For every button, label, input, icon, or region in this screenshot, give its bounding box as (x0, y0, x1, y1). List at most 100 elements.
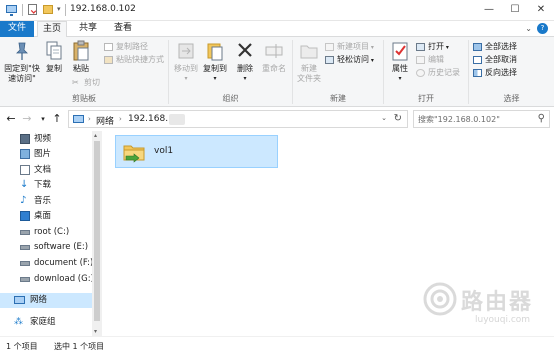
cut-button[interactable]: ✂ 剪切 (72, 77, 100, 89)
copy-to-button[interactable]: 复制到 ▾ (201, 40, 229, 84)
new-folder-quick-icon[interactable] (43, 5, 53, 14)
select-none-label: 全部取消 (485, 55, 517, 64)
rename-button[interactable]: 重命名 (259, 40, 289, 74)
breadcrumb-separator-icon: › (119, 115, 122, 123)
history-button[interactable]: 历史记录 (416, 67, 460, 79)
copy-path-icon (104, 43, 113, 51)
forward-button[interactable]: → (21, 112, 33, 126)
pin-label: 固定到"快 速访问" (4, 64, 40, 83)
network-share-icon (122, 140, 146, 164)
nav-item-videos[interactable]: 视频 (20, 132, 92, 146)
nav-item-homegroup[interactable]: ⁂ 家庭组 (14, 315, 86, 329)
nav-item-label: software (E:) (34, 242, 89, 252)
customize-quick-access-icon[interactable]: ▾ (57, 5, 61, 13)
nav-item-desktop[interactable]: 桌面 (20, 209, 92, 223)
breadcrumb-separator-icon: › (88, 115, 91, 123)
select-none-button[interactable]: 全部取消 (473, 54, 517, 66)
search-icon[interactable]: ⚲ (538, 113, 545, 124)
delete-icon (235, 40, 255, 62)
nav-item-drive-c[interactable]: root (C:) (20, 225, 92, 239)
move-to-button[interactable]: 移动到 ▾ (172, 40, 200, 84)
breadcrumb-network[interactable]: 网络 (96, 114, 114, 127)
paste-button[interactable]: 粘贴 (68, 40, 94, 74)
address-bar-row: ← → ▾ ↑ › 网络 › 192.168... ⌄ ↻ ⚲ (0, 108, 554, 130)
properties-button[interactable]: 属性 ▾ (387, 40, 413, 84)
nav-item-downloads[interactable]: ↓ 下载 (20, 178, 92, 192)
tab-file[interactable]: 文件 (0, 21, 34, 37)
properties-quick-icon[interactable] (28, 4, 37, 15)
delete-label: 删除 (237, 64, 253, 73)
organize-group-label: 组织 (222, 94, 239, 103)
easy-access-button[interactable]: 轻松访问 ▾ (325, 54, 374, 66)
homegroup-icon: ⁂ (14, 317, 23, 327)
copy-path-button[interactable]: 复制路径 (104, 41, 148, 53)
tab-home[interactable]: 主页 (37, 21, 67, 38)
toolbar-divider (22, 4, 23, 16)
properties-icon (390, 40, 410, 62)
nav-item-label: 家庭组 (30, 317, 56, 327)
move-to-icon (176, 40, 196, 62)
scrollbar-thumb[interactable] (94, 141, 100, 321)
minimize-button[interactable]: — (476, 0, 502, 20)
organize-group: 移动到 ▾ 复制到 ▾ 删除 ▾ 重命名 组织 (169, 37, 292, 107)
new-folder-icon (299, 40, 319, 62)
redacted-mask (169, 114, 185, 125)
expand-ribbon-icon[interactable]: ⌄ (525, 24, 532, 33)
close-button[interactable]: ✕ (528, 0, 554, 20)
up-button[interactable]: ↑ (51, 112, 63, 126)
video-icon (20, 134, 30, 144)
maximize-button[interactable]: ☐ (502, 0, 528, 20)
copy-button[interactable]: 复制 (42, 40, 66, 74)
breadcrumb-host[interactable]: 192.168... (128, 114, 174, 124)
open-icon (416, 43, 425, 51)
easy-access-label: 轻松访问 (337, 55, 369, 64)
refresh-icon[interactable]: ↻ (394, 113, 402, 124)
easy-access-icon (325, 56, 334, 64)
nav-item-label: 音乐 (34, 196, 52, 206)
nav-item-music[interactable]: ♪ 音乐 (20, 194, 92, 208)
nav-item-pictures[interactable]: 图片 (20, 147, 92, 161)
copy-to-icon (205, 40, 225, 62)
pin-quick-access-button[interactable]: 固定到"快 速访问" (3, 40, 41, 84)
tab-share[interactable]: 共享 (73, 21, 103, 37)
tab-view[interactable]: 查看 (108, 21, 138, 37)
select-all-button[interactable]: 全部选择 (473, 41, 517, 53)
open-label: 打开 (428, 42, 444, 51)
history-label: 历史记录 (428, 68, 460, 77)
navigation-pane: 视频 图片 文档 ↓ 下载 ♪ 音乐 桌面 root (C:) software… (0, 131, 102, 336)
copy-icon (44, 40, 64, 62)
window-title: 192.168.0.102 (70, 4, 136, 14)
nav-item-drive-g[interactable]: download (G:) (20, 272, 94, 286)
history-icon (416, 69, 425, 77)
scroll-up-icon[interactable]: ▴ (94, 132, 97, 139)
toolbar-divider (65, 4, 66, 16)
address-history-icon[interactable]: ⌄ (381, 114, 387, 122)
select-group-label: 选择 (503, 94, 520, 103)
nav-pane-scrollbar[interactable]: ▴ ▾ (92, 131, 102, 336)
search-box[interactable]: ⚲ (413, 110, 550, 128)
paste-shortcut-button[interactable]: 粘贴快捷方式 (104, 54, 164, 66)
recent-locations-button[interactable]: ▾ (37, 112, 49, 126)
new-item-button[interactable]: 新建项目 ▾ (325, 41, 374, 53)
scissors-icon: ✂ (72, 78, 79, 87)
scroll-down-icon[interactable]: ▾ (94, 328, 97, 335)
delete-button[interactable]: 删除 ▾ (233, 40, 257, 84)
nav-item-drive-f[interactable]: document (F:) (20, 256, 93, 270)
search-input[interactable] (418, 111, 536, 127)
nav-item-network[interactable]: 网络 (0, 293, 92, 308)
new-folder-button[interactable]: 新建 文件夹 (295, 40, 323, 84)
list-item[interactable]: vol1 (115, 135, 278, 168)
edit-button[interactable]: 编辑 (416, 54, 444, 66)
nav-item-documents[interactable]: 文档 (20, 163, 92, 177)
open-button[interactable]: 打开 ▾ (416, 41, 449, 53)
help-icon[interactable]: ? (537, 23, 548, 34)
select-all-label: 全部选择 (485, 42, 517, 51)
invert-selection-button[interactable]: 反向选择 (473, 67, 517, 79)
back-button[interactable]: ← (5, 112, 17, 126)
nav-item-label: 图片 (34, 149, 52, 159)
selected-count: 选中 1 个项目 (54, 342, 105, 351)
address-bar[interactable]: › 网络 › 192.168... ⌄ ↻ (68, 110, 408, 128)
nav-item-label: root (C:) (34, 227, 70, 237)
new-item-icon (325, 43, 334, 51)
nav-item-drive-e[interactable]: software (E:) (20, 240, 92, 254)
